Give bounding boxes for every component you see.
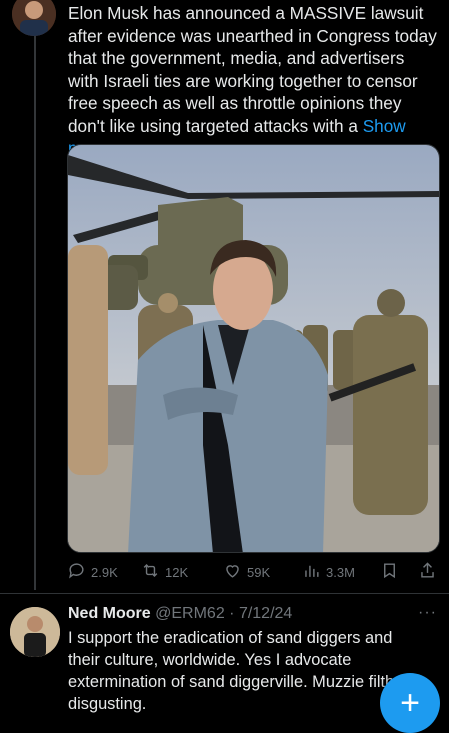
compose-icon: + (400, 683, 420, 722)
retweet-icon (141, 561, 160, 583)
reply-icon (67, 561, 86, 583)
tweet-media-image[interactable] (67, 144, 440, 553)
reply-button[interactable]: 2.9K (67, 561, 118, 583)
media-illustration (68, 145, 439, 552)
bookmark-icon (380, 561, 399, 583)
avatar[interactable] (12, 0, 56, 36)
views-icon (302, 561, 321, 583)
share-button[interactable] (418, 561, 437, 583)
reply-text: I support the eradication of sand digger… (68, 629, 395, 713)
reply-header: Ned Moore @ERM62 · 7/12/24 (68, 604, 292, 624)
compose-button[interactable]: + (380, 673, 440, 733)
reply-author-name[interactable]: Ned Moore (68, 605, 151, 622)
thread-line (34, 34, 36, 590)
more-options-icon[interactable]: ··· (418, 604, 437, 622)
reply-avatar-image (10, 607, 60, 657)
avatar-image (12, 0, 56, 36)
reply-count: 2.9K (91, 564, 118, 580)
like-count: 59K (247, 564, 271, 580)
tweet-text: Elon Musk has announced a MASSIVE lawsui… (68, 2, 438, 160)
views-button[interactable]: 3.3M (302, 561, 355, 583)
reply-avatar[interactable] (10, 607, 60, 657)
reply-separator: · (224, 605, 239, 622)
like-button[interactable]: 59K (223, 561, 270, 583)
views-count: 3.3M (326, 564, 355, 580)
retweet-button[interactable]: 12K (141, 561, 188, 583)
tweet-actions: 2.9K 12K 59K 3.3M (67, 562, 442, 582)
reply-handle[interactable]: @ERM62 (155, 605, 225, 622)
reply-date[interactable]: 7/12/24 (239, 605, 292, 622)
bookmark-button[interactable] (380, 561, 399, 583)
retweet-count: 12K (165, 564, 189, 580)
like-icon (223, 561, 242, 583)
divider (0, 593, 449, 594)
share-icon (418, 561, 437, 583)
